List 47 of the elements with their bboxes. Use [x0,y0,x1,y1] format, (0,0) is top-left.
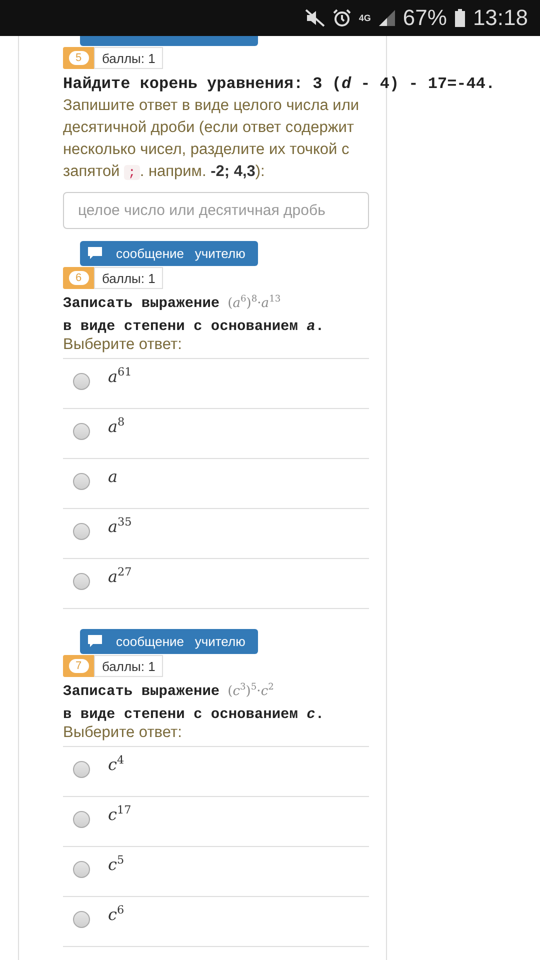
network-type: 4G [358,13,371,23]
radio-button[interactable] [73,423,90,440]
radio-button[interactable] [73,373,90,390]
answer-option[interactable]: c$^{6}$ [108,905,124,925]
message-teacher-button[interactable]: сообщение учителю [80,241,258,266]
points-label: баллы: 1 [94,47,164,69]
question-number-badge: 6 [63,267,94,289]
points-label: баллы: 1 [94,655,164,677]
radio-button[interactable] [73,861,90,878]
answer-option[interactable]: a$^{27}$ [108,567,132,587]
choose-answer-label: Выберите ответ: [63,336,183,354]
battery-level: 67% [402,5,447,31]
code-snippet: ; [124,165,140,180]
radio-button[interactable] [73,911,90,928]
signal-icon [378,10,395,26]
question-text: в виде степени с основанием c. [63,707,324,723]
radio-button[interactable] [73,523,90,540]
points-label: баллы: 1 [94,267,164,289]
question-text: Записать выражение [63,296,220,312]
question-text: в виде степени с основанием a. [63,319,324,335]
clock: 13:18 [472,5,528,31]
radio-button[interactable] [73,473,90,490]
speech-bubble-icon [88,635,102,648]
answer-input[interactable]: целое число или десятичная дробь [63,192,369,229]
answer-option[interactable]: a [108,467,118,487]
battery-icon [454,9,465,27]
choose-answer-label: Выберите ответ: [63,724,183,742]
radio-button[interactable] [73,573,90,590]
question-text: Найдите корень уравнения: 3 (d - 4) - 17=-44. [63,75,496,93]
answer-instructions: Запишите ответ в виде целого числа или десятичной дроби (если ответ содержит несколько чисел, разделите их точкой с запятой ; . наприм. -2; 4,3): [63,96,360,182]
question-text: Записать выражение [63,684,220,700]
question-number-badge: 7 [63,655,94,677]
mute-icon [304,9,325,27]
answer-option[interactable]: a$^{61}$ [108,367,132,387]
alarm-icon [332,9,351,27]
answer-option[interactable]: a$^{8}$ [108,417,125,437]
speech-bubble-icon [88,247,102,260]
answer-option[interactable]: c$^{5}$ [108,855,124,875]
math-formula: (a$^{6}$)$^{8}$·a$^{13}$ [228,296,281,311]
radio-button[interactable] [73,761,90,778]
message-teacher-button[interactable]: сообщение учителю [80,629,258,654]
math-formula: (c$^{3}$)$^{5}$·c$^{2}$ [228,684,274,699]
radio-button[interactable] [73,811,90,828]
answer-option[interactable]: c$^{4}$ [108,755,124,775]
question-number-badge: 5 [63,47,94,69]
answer-option[interactable]: c$^{17}$ [108,805,132,825]
answer-option[interactable]: a$^{35}$ [108,517,132,537]
